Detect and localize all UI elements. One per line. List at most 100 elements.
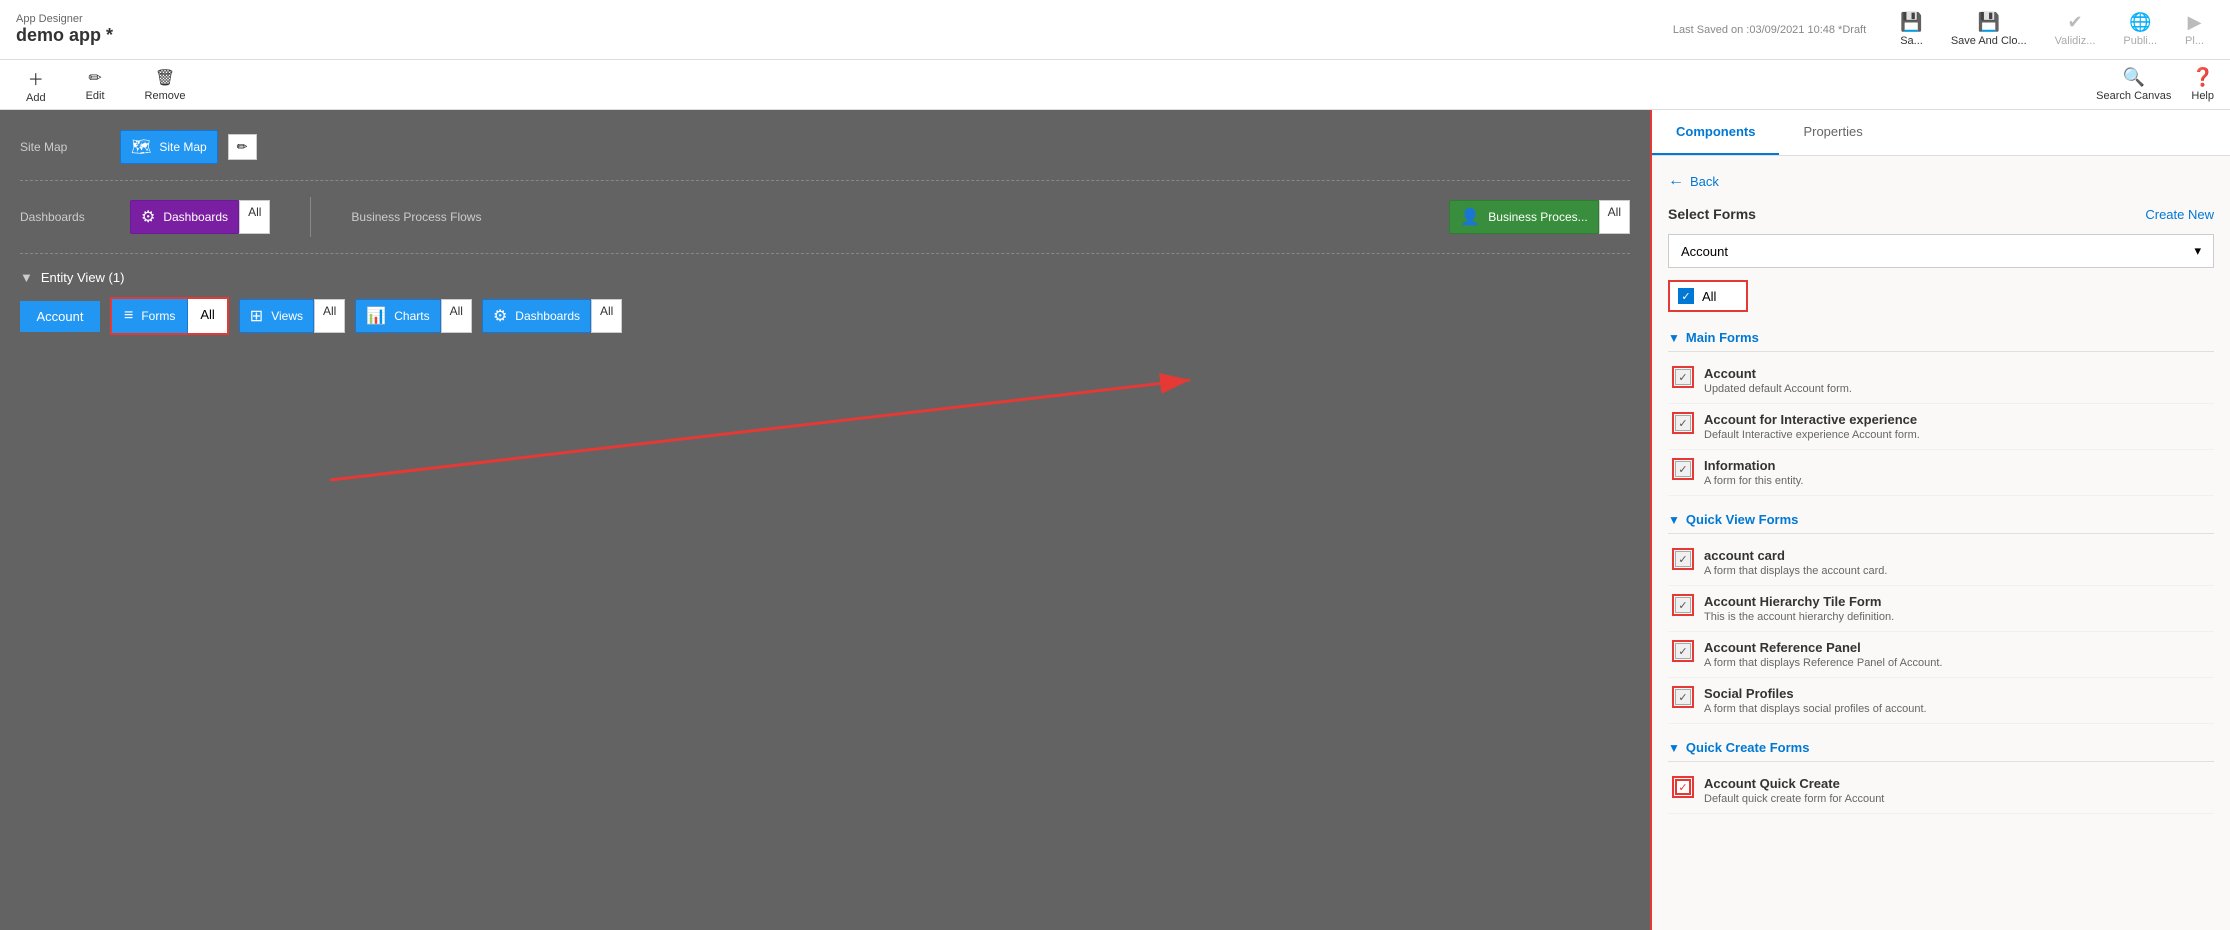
business-process-all-btn[interactable]: All — [1599, 200, 1630, 234]
form-item-reference-panel-title: Account Reference Panel — [1704, 640, 1942, 655]
play-button[interactable]: ▶ Pl... — [2175, 8, 2214, 51]
app-name: demo app * — [16, 25, 113, 46]
form-item-hierarchy-tile-desc: This is the account hierarchy definition… — [1704, 611, 1894, 623]
form-item-account-checkbox[interactable]: ✓ — [1675, 369, 1691, 385]
views-icon: ⊞ — [250, 306, 263, 326]
form-item-account-title: Account — [1704, 366, 1852, 381]
form-item-account-interactive-checkbox-wrapper: ✓ — [1672, 412, 1694, 434]
dashboards-block-group: ⚙ Dashboards All — [130, 200, 270, 234]
save-close-icon: 💾 — [1978, 12, 2000, 33]
charts-block[interactable]: 📊 Charts — [355, 299, 440, 333]
form-item-account-quick-create-checkbox-wrapper: ✓ — [1672, 776, 1694, 798]
form-item-information-checkbox[interactable]: ✓ — [1675, 461, 1691, 477]
form-item-account-checkbox-wrapper: ✓ — [1672, 366, 1694, 388]
form-item-account-desc: Updated default Account form. — [1704, 383, 1852, 395]
select-forms-label: Select Forms — [1668, 206, 1756, 222]
main-forms-section-header: ▼ Main Forms — [1668, 322, 2214, 352]
help-button[interactable]: ❓ Help — [2191, 67, 2214, 102]
form-item-reference-panel-desc: A form that displays Reference Panel of … — [1704, 657, 1942, 669]
save-close-button[interactable]: 💾 Save And Clo... — [1941, 8, 2037, 51]
forms-icon: ≡ — [124, 307, 133, 325]
search-canvas-button[interactable]: 🔍 Search Canvas — [2096, 67, 2171, 102]
remove-button[interactable]: 🗑 Remove — [135, 64, 196, 106]
form-item-information-desc: A form for this entity. — [1704, 475, 1803, 487]
form-item-information-title: Information — [1704, 458, 1803, 473]
red-arrow-overlay — [320, 370, 1220, 490]
form-item-account-interactive-checkbox[interactable]: ✓ — [1675, 415, 1691, 431]
form-item-account-card-checkbox-wrapper: ✓ — [1672, 548, 1694, 570]
panel-tabs: Components Properties — [1652, 110, 2230, 156]
entity-dropdown[interactable]: Account ▾ — [1668, 234, 2214, 268]
form-item-hierarchy-tile-title: Account Hierarchy Tile Form — [1704, 594, 1894, 609]
create-new-link[interactable]: Create New — [2145, 207, 2214, 222]
dashboards-all-btn[interactable]: All — [239, 200, 270, 234]
account-button[interactable]: Account — [20, 301, 100, 332]
form-item-hierarchy-tile-checkbox[interactable]: ✓ — [1675, 597, 1691, 613]
right-panel: Components Properties ← Back Select Form… — [1650, 110, 2230, 930]
all-checkbox-row[interactable]: ✓ All — [1668, 280, 1748, 312]
dashboards-icon: ⚙ — [141, 207, 155, 227]
dashboards-block[interactable]: ⚙ Dashboards — [130, 200, 239, 234]
vertical-divider — [310, 197, 311, 237]
charts-block-group: 📊 Charts All — [355, 299, 472, 333]
views-block-group: ⊞ Views All — [239, 299, 346, 333]
entity-view-toggle[interactable]: ▼ — [20, 270, 33, 285]
site-map-edit-btn[interactable]: ✏ — [228, 134, 257, 160]
tab-components[interactable]: Components — [1652, 110, 1779, 155]
forms-block[interactable]: ≡ Forms — [112, 299, 187, 333]
form-item-hierarchy-tile: ✓ Account Hierarchy Tile Form This is th… — [1668, 586, 2214, 632]
views-block[interactable]: ⊞ Views — [239, 299, 314, 333]
back-arrow-icon: ← — [1668, 172, 1684, 190]
entity-view-section: ▼ Entity View (1) Account ≡ Forms All — [20, 270, 1630, 335]
site-map-icon: 🗺 — [131, 137, 151, 157]
publish-button[interactable]: 🌐 Publi... — [2113, 8, 2167, 51]
entity-dashboards-block[interactable]: ⚙ Dashboards — [482, 299, 591, 333]
second-toolbar: ＋ Add ✏ Edit 🗑 Remove 🔍 Search Canvas ❓ … — [0, 60, 2230, 110]
add-button[interactable]: ＋ Add — [16, 62, 56, 108]
entity-view-title: Entity View (1) — [41, 270, 125, 285]
panel-body: ← Back Select Forms Create New Account ▾… — [1652, 156, 2230, 930]
entity-dashboards-all-btn[interactable]: All — [591, 299, 622, 333]
charts-icon: 📊 — [366, 306, 386, 326]
app-designer-label: App Designer — [16, 13, 113, 25]
form-item-reference-panel-checkbox-wrapper: ✓ — [1672, 640, 1694, 662]
views-all-btn[interactable]: All — [314, 299, 345, 333]
entity-view-header: ▼ Entity View (1) — [20, 270, 1630, 285]
back-link[interactable]: ← Back — [1668, 172, 2214, 190]
save-info: Last Saved on :03/09/2021 10:48 *Draft — [1673, 24, 1866, 36]
dashboards-label: Dashboards — [20, 210, 110, 224]
form-item-hierarchy-tile-checkbox-wrapper: ✓ — [1672, 594, 1694, 616]
quick-create-toggle[interactable]: ▼ — [1668, 741, 1680, 755]
form-item-social-profiles-checkbox-wrapper: ✓ — [1672, 686, 1694, 708]
form-item-account-quick-create-checkbox[interactable]: ✓ — [1675, 779, 1691, 795]
charts-all-btn[interactable]: All — [441, 299, 472, 333]
dashboards-row: Dashboards ⚙ Dashboards All Business Pro… — [20, 197, 1630, 254]
save-button[interactable]: 💾 Sa... — [1890, 8, 1933, 51]
main-forms-toggle[interactable]: ▼ — [1668, 331, 1680, 345]
validate-icon: ✔ — [2067, 12, 2082, 33]
edit-button[interactable]: ✏ Edit — [76, 64, 115, 106]
form-item-account-card-checkbox[interactable]: ✓ — [1675, 551, 1691, 567]
form-item-social-profiles-checkbox[interactable]: ✓ — [1675, 689, 1691, 705]
site-map-block[interactable]: 🗺 Site Map — [120, 130, 218, 164]
forms-all-btn[interactable]: All — [187, 299, 226, 333]
tab-properties[interactable]: Properties — [1779, 110, 1886, 155]
quick-view-toggle[interactable]: ▼ — [1668, 513, 1680, 527]
pencil-icon: ✏ — [237, 139, 248, 154]
select-forms-header: Select Forms Create New — [1668, 206, 2214, 222]
publish-icon: 🌐 — [2129, 12, 2151, 33]
business-process-block[interactable]: 👤 Business Proces... — [1449, 200, 1598, 234]
business-process-block-group: 👤 Business Proces... All — [1449, 200, 1630, 234]
validate-button[interactable]: ✔ Validiz... — [2045, 8, 2106, 51]
form-item-reference-panel-checkbox[interactable]: ✓ — [1675, 643, 1691, 659]
business-process-label: Business Process Flows — [351, 210, 481, 224]
top-bar-right: Last Saved on :03/09/2021 10:48 *Draft 💾… — [1673, 8, 2214, 51]
app-title-section: App Designer demo app * — [16, 13, 113, 46]
form-item-account-interactive-desc: Default Interactive experience Account f… — [1704, 429, 1920, 441]
form-item-account-card-title: account card — [1704, 548, 1887, 563]
form-item-information-checkbox-wrapper: ✓ — [1672, 458, 1694, 480]
all-checkbox[interactable]: ✓ — [1678, 288, 1694, 304]
form-item-social-profiles-title: Social Profiles — [1704, 686, 1927, 701]
form-item-account-interactive: ✓ Account for Interactive experience Def… — [1668, 404, 2214, 450]
form-item-account-quick-create-title: Account Quick Create — [1704, 776, 1884, 791]
